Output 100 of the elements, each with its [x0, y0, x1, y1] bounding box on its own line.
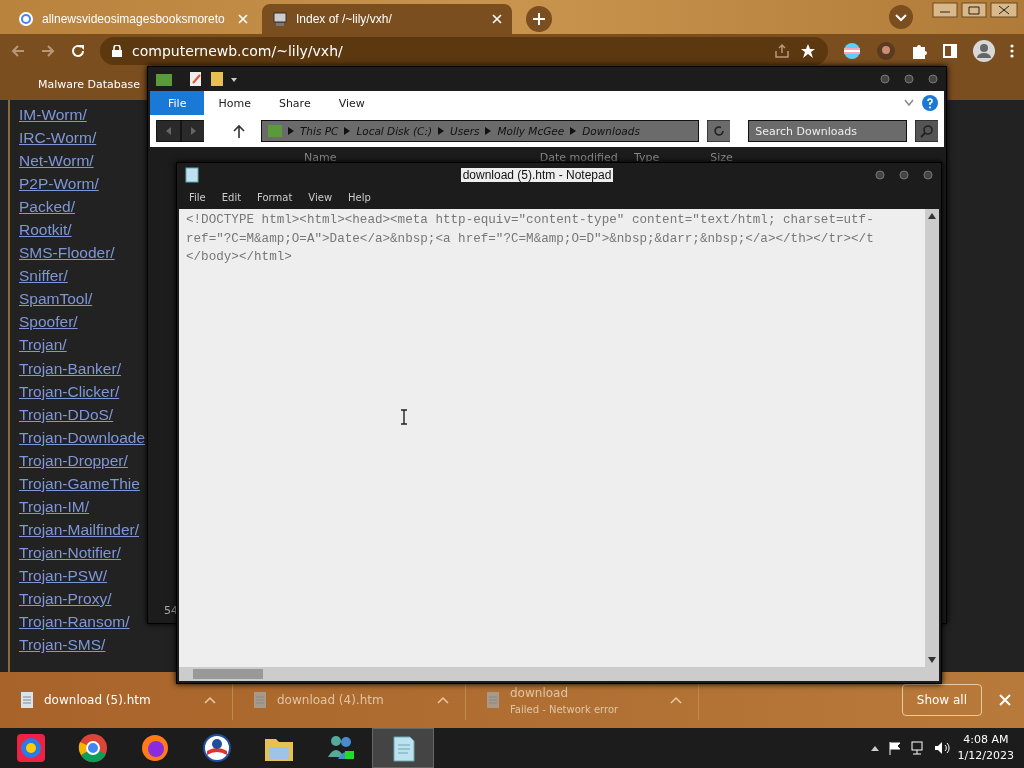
- text-area[interactable]: <!DOCTYPE html><html><head><meta http-equiv="content-type" content="text/html; charset=utf- ref="?C=M&amp;O=A">Date</a>&nbsp;<a href="?C=M&amp;O=D">&nbsp;&darr;&nbsp;</a></th></tr></t </body></html>: [179, 209, 925, 667]
- ribbon-tab[interactable]: View: [324, 91, 379, 115]
- ribbon-tab[interactable]: Share: [264, 91, 325, 115]
- column-header[interactable]: Name: [304, 151, 540, 164]
- show-all-button[interactable]: Show all: [901, 684, 982, 716]
- search-field[interactable]: Search Downloads: [748, 120, 908, 142]
- directory-link[interactable]: Trojan-Mailfinder/: [19, 518, 140, 540]
- address-bar[interactable]: computernewb.com/~lily/vxh/: [100, 37, 828, 65]
- chevron-right-icon[interactable]: [287, 127, 294, 135]
- close-icon[interactable]: [238, 14, 248, 24]
- directory-link[interactable]: Trojan-Downloade: [19, 426, 146, 448]
- breadcrumb-item[interactable]: Local Disk (C:): [356, 125, 433, 137]
- forward-icon[interactable]: [40, 43, 56, 59]
- directory-link[interactable]: Trojan/: [19, 334, 67, 356]
- profile-icon[interactable]: [972, 39, 996, 63]
- close-icon[interactable]: [998, 693, 1012, 707]
- ribbon-tab[interactable]: Home: [204, 91, 265, 115]
- directory-link[interactable]: Trojan-Ransom/: [19, 611, 130, 633]
- directory-link[interactable]: SMS-Flooder/: [19, 242, 115, 264]
- folder-icon[interactable]: [210, 71, 224, 87]
- folder-icon[interactable]: [156, 72, 172, 86]
- directory-link[interactable]: IM-Worm/: [19, 104, 87, 125]
- directory-link[interactable]: Packed/: [19, 196, 75, 218]
- directory-link[interactable]: Trojan-Banker/: [19, 357, 121, 379]
- breadcrumb-item[interactable]: Molly McGee: [497, 125, 565, 137]
- directory-link[interactable]: IRC-Worm/: [19, 127, 97, 149]
- flag-stripes-icon[interactable]: [842, 42, 862, 60]
- directory-link[interactable]: Trojan-SMS/: [19, 634, 106, 656]
- help-icon[interactable]: [922, 95, 938, 111]
- directory-link[interactable]: Trojan-Dropper/: [19, 449, 128, 471]
- chevron-right-icon[interactable]: [485, 127, 492, 135]
- directory-link[interactable]: Net-Worm/: [19, 150, 94, 172]
- directory-link[interactable]: Trojan-IM/: [19, 495, 90, 517]
- column-header[interactable]: Type: [634, 151, 711, 164]
- browser-tab[interactable]: Index of /~lily/vxh/: [262, 4, 512, 34]
- column-header[interactable]: Date modified: [539, 151, 635, 164]
- horizontal-scrollbar[interactable]: [179, 667, 939, 681]
- directory-link[interactable]: SpamTool/: [19, 288, 93, 310]
- back-icon[interactable]: [10, 43, 26, 59]
- directory-link[interactable]: Trojan-Clicker/: [19, 380, 120, 402]
- chevron-right-icon[interactable]: [570, 127, 577, 135]
- chevron-right-icon[interactable]: [438, 127, 445, 135]
- column-header[interactable]: Size: [710, 151, 946, 164]
- window-control-icon[interactable]: [880, 74, 890, 84]
- directory-link[interactable]: Trojan-Notifier/: [19, 541, 121, 563]
- close-icon[interactable]: [492, 14, 502, 24]
- directory-link[interactable]: Spoofer/: [19, 311, 78, 333]
- directory-link[interactable]: P2P-Worm/: [19, 173, 99, 195]
- browser-tab[interactable]: allnewsvideosimagesbooksmoreto: [8, 4, 258, 34]
- up-arrow-icon[interactable]: [231, 123, 245, 139]
- caret-icon[interactable]: [230, 75, 238, 83]
- new-tab-icon[interactable]: [526, 6, 552, 32]
- menu-item[interactable]: Help: [340, 187, 379, 207]
- flag-icon[interactable]: [887, 741, 902, 755]
- round-logo-icon: [78, 733, 108, 763]
- window-control-icon[interactable]: [923, 170, 933, 180]
- menu-item[interactable]: View: [300, 187, 341, 207]
- vertical-scrollbar[interactable]: [925, 209, 939, 667]
- breadcrumb-item[interactable]: Downloads: [582, 125, 640, 137]
- menu-item[interactable]: File: [181, 187, 214, 207]
- window-control-icon[interactable]: [875, 170, 885, 180]
- bookmark[interactable]: Malware Database: [38, 77, 141, 91]
- menu-icon[interactable]: [1010, 43, 1014, 59]
- directory-link[interactable]: Trojan-Proxy/: [19, 588, 112, 609]
- window-control-icon[interactable]: [928, 74, 938, 84]
- directory-link[interactable]: Rootkit/: [19, 219, 72, 241]
- address-bar[interactable]: This PC Local Disk (C:) Users Molly McGee Downloads: [260, 120, 700, 142]
- puzzle-icon[interactable]: [910, 42, 928, 60]
- breadcrumb-item[interactable]: This PC: [299, 125, 339, 137]
- taskbar-button[interactable]: [372, 728, 434, 768]
- speaker-icon[interactable]: [933, 741, 950, 755]
- reload-icon[interactable]: [70, 43, 86, 59]
- menu-item[interactable]: Edit: [213, 187, 250, 207]
- download-item[interactable]: download (5).htm: [44, 693, 194, 707]
- back-forward-icon[interactable]: [156, 120, 204, 142]
- document-icon[interactable]: [188, 71, 204, 87]
- chevron-up-icon[interactable]: [869, 744, 880, 752]
- window-buttons-icon[interactable]: [932, 2, 1018, 18]
- breadcrumb-item[interactable]: Users: [450, 125, 480, 137]
- star-icon[interactable]: [800, 43, 816, 59]
- menu-item[interactable]: Format: [249, 187, 301, 207]
- share-icon[interactable]: [774, 43, 790, 59]
- network-icon[interactable]: [909, 741, 926, 755]
- scroll-down-icon[interactable]: [928, 656, 936, 664]
- directory-link[interactable]: Sniffer/: [19, 265, 68, 287]
- directory-link[interactable]: Trojan-DDoS/: [19, 403, 114, 425]
- directory-link[interactable]: Trojan-GameThie: [19, 472, 140, 494]
- directory-link[interactable]: Trojan-PSW/: [19, 564, 108, 586]
- side-panel-icon[interactable]: [942, 43, 958, 59]
- round-logo-icon: [16, 733, 46, 763]
- chevron-right-icon[interactable]: [344, 127, 351, 135]
- clock[interactable]: 4:08 AM 1/12/2023: [957, 732, 1014, 764]
- dropdown-icon[interactable]: [888, 4, 914, 30]
- scroll-up-icon[interactable]: [928, 212, 936, 220]
- refresh-icon[interactable]: [707, 120, 731, 142]
- window-control-icon[interactable]: [904, 74, 914, 84]
- chevron-icon[interactable]: [904, 99, 914, 107]
- window-title: download (5).htm - Notepad: [460, 168, 614, 182]
- window-control-icon[interactable]: [899, 170, 909, 180]
- ribbon-tab[interactable]: File: [150, 91, 205, 115]
